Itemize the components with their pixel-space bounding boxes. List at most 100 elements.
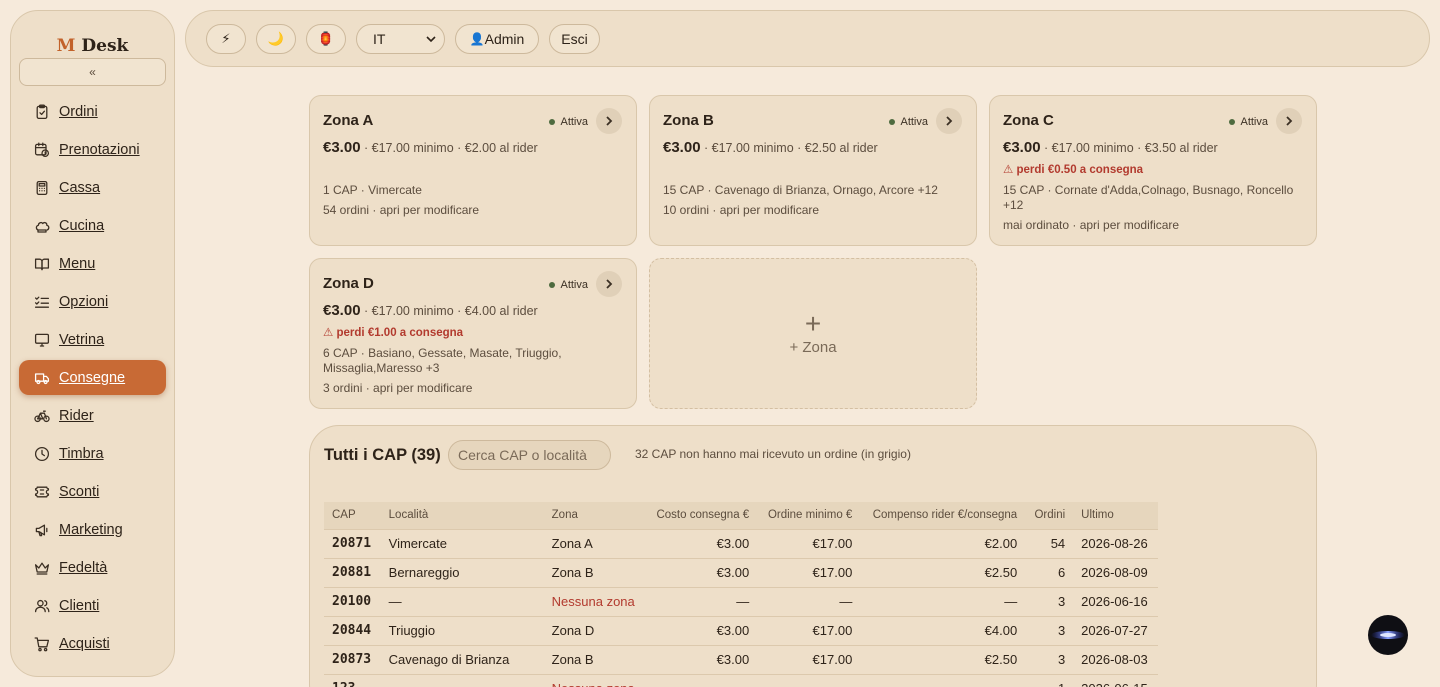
book-icon xyxy=(33,255,50,272)
collapse-sidebar-button[interactable]: « xyxy=(19,58,166,86)
sidebar-item-consegne[interactable]: Consegne xyxy=(19,360,166,395)
open-zone-button[interactable] xyxy=(596,108,622,134)
sidebar-item-fedelt-[interactable]: Fedeltà xyxy=(19,550,166,585)
zone-pricing: €3.00 · €17.00 minimo · €2.50 al rider xyxy=(663,139,878,156)
sidebar-item-label: Sconti xyxy=(59,483,100,500)
table-row[interactable]: 20881 Bernareggio Zona B €3.00 €17.00 €2.50 6 2… xyxy=(324,557,1158,587)
cell-min: €17.00 xyxy=(757,644,861,674)
table-row[interactable]: 20871 Vimercate Zona A €3.00 €17.00 €2.00 54 20… xyxy=(324,528,1158,558)
cell-rider: — xyxy=(860,586,1026,616)
bike-icon xyxy=(33,407,50,424)
loss-warning: ⚠ perdi €0.50 a consegna xyxy=(1003,164,1144,176)
col-location[interactable]: Località xyxy=(381,502,544,529)
zone-card[interactable]: Zona C Attiva €3.00 · €17.00 minimo · €3… xyxy=(989,95,1317,246)
status-dot xyxy=(1229,119,1236,125)
open-zone-button[interactable] xyxy=(1276,108,1302,134)
sidebar-item-opzioni[interactable]: Opzioni xyxy=(19,284,166,319)
cell-cap: 20100 xyxy=(324,586,381,616)
cell-last: 2026-07-27 xyxy=(1073,615,1158,645)
assistant-button[interactable] xyxy=(1368,615,1408,655)
calculator-icon xyxy=(33,179,50,196)
chevron-right-icon xyxy=(946,116,953,126)
status-badge: Attiva xyxy=(889,116,928,128)
sidebar-item-menu[interactable]: Menu xyxy=(19,246,166,281)
cell-fee: €3.00 xyxy=(645,644,758,674)
status-badge: Attiva xyxy=(549,279,588,291)
cell-location: Bernareggio xyxy=(380,557,544,587)
sidebar-nav: Ordini Prenotazioni Cassa Cucina Menu Opzioni… xyxy=(19,94,166,664)
table-header-row: CAP Località Zona Costo consegna € Ordin… xyxy=(324,502,1158,529)
cell-location: Cavenago di Brianza xyxy=(380,644,544,674)
sidebar-item-label: Cassa xyxy=(59,179,101,196)
cell-last: 2026-08-03 xyxy=(1073,644,1158,674)
cell-min: €17.00 xyxy=(757,557,861,587)
cell-orders: 54 xyxy=(1025,528,1074,558)
table-row[interactable]: 123—Nessuna zona———12026-06-15 xyxy=(324,673,1158,687)
zone-orders: 3 ordini · apri per modificare xyxy=(323,381,473,395)
sidebar-item-prenotazioni[interactable]: Prenotazioni xyxy=(19,132,166,167)
zone-pricing: €3.00 · €17.00 minimo · €4.00 al rider xyxy=(323,302,538,319)
cell-last: 2026-08-26 xyxy=(1073,528,1158,558)
sidebar-item-label: Timbra xyxy=(59,445,104,462)
cell-orders: 6 xyxy=(1025,557,1074,587)
lantern-icon: 🏮 xyxy=(317,30,335,46)
caps-note: 32 CAP non hanno mai ricevuto un ordine … xyxy=(635,447,911,461)
cell-rider: €2.00 xyxy=(860,528,1026,558)
zone-pricing: €3.00 · €17.00 minimo · €2.00 al rider xyxy=(323,139,538,156)
col-min[interactable]: Ordine minimo € xyxy=(757,502,860,529)
cell-fee: €3.00 xyxy=(645,557,758,587)
zone-card[interactable]: Zona A Attiva €3.00 · €17.00 minimo · €2… xyxy=(309,95,637,246)
zone-card[interactable]: Zona B Attiva €3.00 · €17.00 minimo · €2… xyxy=(649,95,977,246)
dark-mode-toggle[interactable]: 🌙 xyxy=(256,23,296,54)
sidebar-item-vetrina[interactable]: Vetrina xyxy=(19,322,166,357)
cell-rider: €4.00 xyxy=(860,615,1026,645)
open-zone-button[interactable] xyxy=(936,108,962,134)
zone-caps: 6 CAP · Basiano, Gessate, Masate, Triugg… xyxy=(323,346,562,375)
col-cap[interactable]: CAP xyxy=(324,502,381,529)
status-badge: Attiva xyxy=(549,116,588,128)
cell-location: — xyxy=(380,673,544,687)
col-last[interactable]: Ultimo xyxy=(1073,502,1158,529)
cell-location: — xyxy=(380,586,544,616)
sidebar-item-sconti[interactable]: Sconti xyxy=(19,474,166,509)
zone-card[interactable]: Zona D Attiva €3.00 · €17.00 minimo · €4… xyxy=(309,258,637,409)
zone-pricing: €3.00 · €17.00 minimo · €3.50 al rider xyxy=(1003,139,1218,156)
cell-zone: Nessuna zona xyxy=(543,586,646,616)
open-zone-button[interactable] xyxy=(596,271,622,297)
cell-orders: 3 xyxy=(1025,615,1074,645)
sidebar-item-cucina[interactable]: Cucina xyxy=(19,208,166,243)
sidebar-item-timbra[interactable]: Timbra xyxy=(19,436,166,471)
col-rider[interactable]: Compenso rider €/consegna xyxy=(860,502,1025,529)
sidebar-item-ordini[interactable]: Ordini xyxy=(19,94,166,129)
cell-min: — xyxy=(757,586,861,616)
col-orders[interactable]: Ordini xyxy=(1025,502,1073,529)
table-row[interactable]: 20844 Triuggio Zona D €3.00 €17.00 €4.00 3 2026… xyxy=(324,615,1158,645)
theme-button[interactable]: 🏮 xyxy=(306,23,346,54)
sidebar-item-cassa[interactable]: Cassa xyxy=(19,170,166,205)
col-zone[interactable]: Zona xyxy=(544,502,646,529)
table-row[interactable]: 20873 Cavenago di Brianza Zona B €3.00 €17.0… xyxy=(324,644,1158,674)
table-row[interactable]: 20100— Nessuna zona — — —3 2026-06-16 xyxy=(324,586,1158,616)
clock-icon xyxy=(33,445,50,462)
top-bar: ⚡ 🌙 🏮 IT 👤 Admin Esci xyxy=(185,10,1430,67)
col-fee[interactable]: Costo consegna € xyxy=(646,502,758,529)
cell-fee: €3.00 xyxy=(645,528,758,558)
calendar-clock-icon xyxy=(33,141,50,158)
sidebar-item-marketing[interactable]: Marketing xyxy=(19,512,166,547)
language-select[interactable]: IT xyxy=(356,23,445,54)
add-zone-button[interactable]: + + Zona xyxy=(649,258,977,409)
cell-cap: 20881 xyxy=(324,557,381,587)
admin-button[interactable]: 👤 Admin xyxy=(455,23,539,54)
sidebar-item-clienti[interactable]: Clienti xyxy=(19,588,166,623)
sidebar-item-acquisti[interactable]: Acquisti xyxy=(19,626,166,661)
cell-last: 2026-06-15 xyxy=(1073,673,1158,687)
quick-action-button[interactable]: ⚡ xyxy=(206,23,246,54)
ticket-icon xyxy=(33,483,50,500)
zone-caps: 15 CAP · Cavenago di Brianza, Ornago, Ar… xyxy=(663,183,938,197)
zone-orders: 10 ordini · apri per modificare xyxy=(663,203,820,217)
cap-search-input[interactable] xyxy=(448,440,611,470)
chef-hat-icon xyxy=(33,217,50,234)
logout-button[interactable]: Esci xyxy=(549,23,600,54)
cell-cap: 123 xyxy=(324,673,381,687)
sidebar-item-rider[interactable]: Rider xyxy=(19,398,166,433)
